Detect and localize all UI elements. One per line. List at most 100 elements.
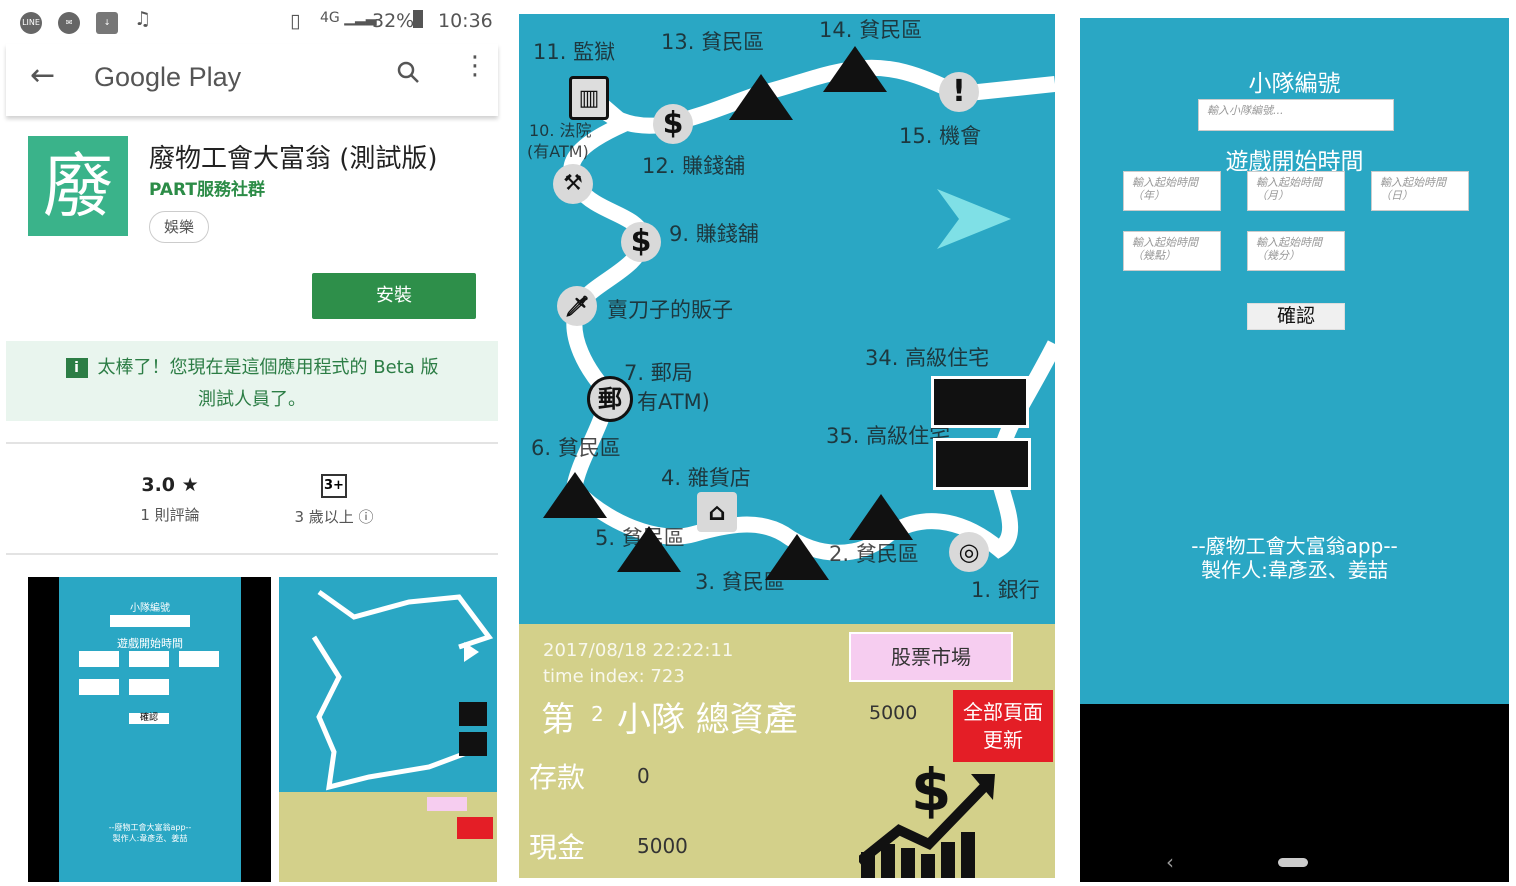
total-assets-value: 5000: [869, 702, 918, 724]
house-icon: [931, 376, 1029, 428]
divider: [6, 442, 498, 444]
tent-icon: [849, 494, 913, 540]
day-input[interactable]: 輸入起始時間（日）: [1371, 171, 1469, 211]
square-label: 12. 賺錢舖: [642, 154, 746, 178]
divider: [6, 553, 498, 555]
line-icon: LINE: [20, 12, 42, 34]
download-icon: ↓: [96, 12, 119, 34]
team-prefix: 第: [541, 700, 575, 740]
refresh-label-2: 更新: [983, 728, 1023, 752]
hour-input[interactable]: 輸入起始時間（幾點）: [1123, 231, 1221, 271]
square-label: (有ATM): [527, 142, 589, 161]
thumb-input: [79, 679, 119, 695]
messenger-icon: ✉: [58, 12, 81, 34]
stock-market-button[interactable]: 股票市場: [849, 632, 1013, 682]
confirm-button[interactable]: 確認: [1247, 303, 1345, 330]
screenshot-thumbnail-1[interactable]: 小隊編號 遊戲開始時間 確認 --廢物工會大富翁app-- 製作人:韋彥丞、姜喆: [28, 577, 271, 882]
thumb-input: [129, 679, 169, 695]
refresh-label-1: 全部頁面: [963, 700, 1043, 724]
svg-text:$: $: [911, 756, 951, 824]
nav-bar: ‹: [1080, 704, 1509, 882]
status-bar: LINE ✉ ↓ ♫ ▯ 4G ▁▂▃ 32% 10:36: [20, 8, 493, 38]
beta-text-1: 太棒了！您現在是這個應用程式的 Beta 版: [97, 357, 439, 378]
square-label: 14. 貧民區: [819, 18, 923, 42]
thumb-input: [179, 651, 219, 667]
chance-icon: !: [939, 72, 979, 112]
month-input[interactable]: 輸入起始時間（月）: [1247, 171, 1345, 211]
square-label: 7. 郵局: [624, 361, 693, 385]
square-label: 15. 機會: [899, 124, 982, 148]
tent-icon: [765, 534, 829, 580]
thumb-credit-2: 製作人:韋彥丞、姜喆: [112, 834, 188, 843]
setup-screen: 小隊編號 輸入小隊編號... 遊戲開始時間 輸入起始時間（年） 輸入起始時間（月…: [1080, 18, 1509, 704]
screenshot-thumbnail-2[interactable]: [279, 577, 497, 882]
age-badge: 3+: [321, 474, 347, 498]
tent-icon: [543, 472, 607, 518]
beta-text-2: 測試人員了。: [198, 389, 306, 410]
tent-icon: [617, 526, 681, 572]
team-number-input[interactable]: 輸入小隊編號...: [1198, 99, 1394, 131]
music-icon: ♫: [134, 8, 152, 30]
house-icon: [933, 438, 1031, 490]
datetime: 2017/08/18 22:22:11: [543, 640, 734, 661]
thumb-credit-1: --廢物工會大富翁app--: [108, 823, 192, 832]
square-label: 有ATM): [637, 390, 710, 414]
gavel-icon: ⚒: [553, 164, 593, 204]
store-title: Google Play: [94, 62, 242, 92]
thumb-input: [79, 651, 119, 667]
age-label: 3 歲以上 ⓘ: [294, 508, 374, 526]
developer-link[interactable]: PART服務社群: [149, 175, 265, 200]
app-icon: 廢: [28, 136, 128, 236]
square-label: 6. 貧民區: [531, 436, 621, 460]
thumb-time-title: 遊戲開始時間: [117, 637, 183, 650]
year-input[interactable]: 輸入起始時間（年）: [1123, 171, 1221, 211]
rating-value: 3.0 ★: [141, 474, 199, 496]
battery-icon: [413, 10, 423, 28]
tent-icon: [729, 74, 793, 120]
post-office-icon: 郵: [587, 376, 633, 422]
square-label: 11. 監獄: [533, 40, 616, 64]
app-name: 廢物工會大富翁 (測試版): [149, 144, 438, 174]
more-icon[interactable]: ⋮: [462, 53, 488, 79]
rating-block[interactable]: 3.0 ★ 1 則評論: [110, 474, 230, 525]
thumb-input: [129, 651, 169, 667]
tent-icon: [823, 46, 887, 92]
thumb-input: [110, 615, 190, 627]
cash-value: 5000: [637, 834, 688, 858]
thumb-team-title: 小隊編號: [130, 603, 170, 614]
thumb-form: 小隊編號 遊戲開始時間 確認 --廢物工會大富翁app-- 製作人:韋彥丞、姜喆: [59, 577, 241, 882]
square-label: 9. 賺錢舖: [669, 222, 759, 246]
back-icon[interactable]: ‹: [1166, 850, 1174, 874]
cash-label: 現金: [529, 831, 586, 864]
credit-authors: 製作人:韋彥丞、姜喆: [1201, 558, 1388, 582]
store-icon: ⌂: [697, 492, 737, 532]
install-button[interactable]: 安裝: [312, 273, 476, 319]
home-icon[interactable]: [1278, 858, 1308, 867]
search-icon[interactable]: [396, 60, 419, 83]
thumb-board: [279, 589, 497, 882]
thumb-confirm: 確認: [129, 713, 169, 724]
beta-banner: i 太棒了！您現在是這個應用程式的 Beta 版 測試人員了。: [6, 341, 498, 421]
category-chip[interactable]: 娛樂: [149, 211, 209, 243]
battery-level: 32%: [372, 10, 415, 32]
play-store-screen: LINE ✉ ↓ ♫ ▯ 4G ▁▂▃ 32% 10:36 ← Google P…: [0, 0, 505, 882]
signal-icon: 4G ▁▂▃: [320, 10, 377, 26]
deposit-value: 0: [637, 764, 650, 788]
team-number: 2: [591, 702, 604, 726]
time-index: time index: 723: [543, 666, 685, 687]
back-icon[interactable]: ←: [30, 58, 55, 93]
age-block[interactable]: 3+ 3 歲以上 ⓘ: [272, 474, 396, 527]
app-bar: ← Google Play ⋮: [6, 44, 498, 116]
minute-input[interactable]: 輸入起始時間（幾分）: [1247, 231, 1345, 271]
square-label: 2. 貧民區: [829, 542, 919, 566]
square-label: 賣刀子的販子: [607, 298, 733, 322]
dollar-icon: $: [621, 222, 661, 262]
team-number-title: 小隊編號: [1248, 71, 1341, 97]
clock: 10:36: [438, 10, 493, 32]
square-label: 4. 雜貨店: [661, 466, 751, 490]
team-assets-label: 小隊 總資產: [617, 700, 798, 740]
dollar-icon: $: [653, 104, 693, 144]
square-label: 13. 貧民區: [661, 30, 765, 54]
vibrate-icon: ▯: [290, 10, 301, 32]
bank-icon: ◎: [949, 532, 989, 572]
